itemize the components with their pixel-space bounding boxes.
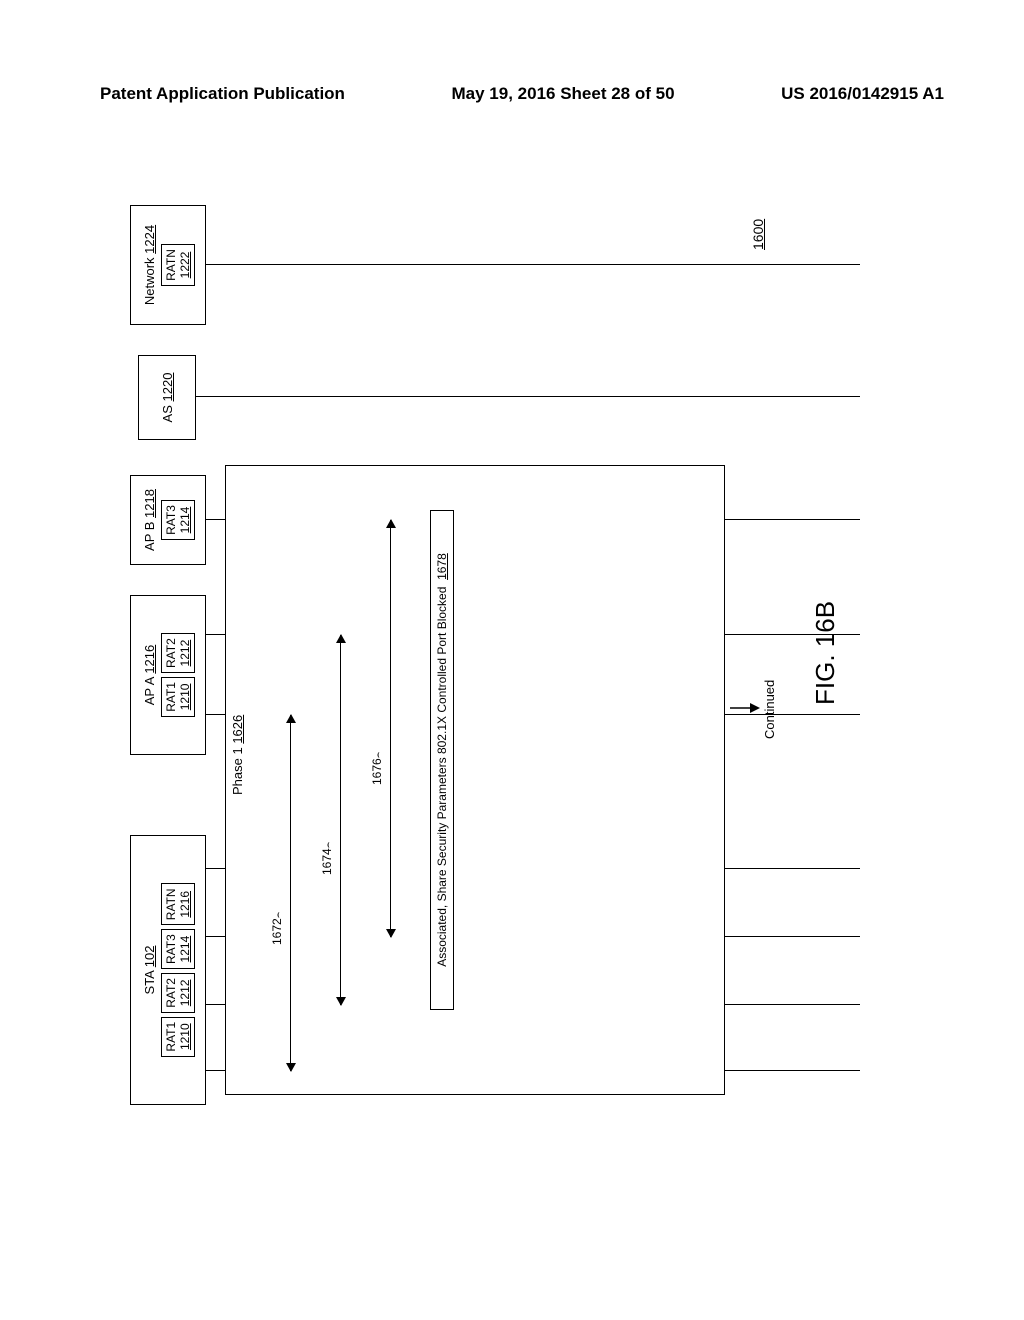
network-box: Network 1224 RATN 1222: [130, 205, 206, 325]
apa-rat1: RAT1 1210: [161, 677, 195, 717]
header-center: May 19, 2016 Sheet 28 of 50: [452, 84, 675, 104]
apb-ref: 1218: [142, 489, 157, 518]
associated-bar: Associated, Share Security Parameters 80…: [430, 510, 454, 1010]
phase-1-label: Phase 1 1626: [230, 715, 245, 795]
as-label: AS: [160, 405, 175, 422]
net-label: Network: [142, 257, 157, 305]
continued-arrow-icon: [730, 701, 760, 715]
apa-rat2-label: RAT2: [164, 638, 178, 668]
sta-rat3-ref: 1214: [178, 936, 192, 963]
phase-1-box: [225, 465, 725, 1095]
apa-rat2-ref: 1212: [178, 640, 192, 667]
arrow-1676-label: 1676⌢: [370, 752, 384, 785]
sta-rat2: RAT2 1212: [161, 973, 195, 1013]
apb-box: AP B 1218 RAT3 1214: [130, 475, 206, 565]
sta-rat1: RAT1 1210: [161, 1017, 195, 1057]
sta-rat2-ref: 1212: [178, 980, 192, 1007]
header-right: US 2016/0142915 A1: [781, 84, 944, 104]
arrow-1676: [390, 520, 391, 937]
figure-number: 1600: [750, 219, 766, 250]
apb-label: AP B: [142, 522, 157, 551]
arrow-1674-ref: 1674: [320, 848, 334, 875]
apa-rat1-label: RAT1: [164, 682, 178, 712]
as-box: AS 1220: [138, 355, 196, 440]
net-ratn-ref: 1222: [178, 252, 192, 279]
apb-rat3-ref: 1214: [178, 507, 192, 534]
arrow-1674-label: 1674⌢: [320, 842, 334, 875]
sta-ref: 102: [142, 946, 157, 968]
sta-rat3-label: RAT3: [164, 934, 178, 964]
continued-label: Continued: [762, 680, 777, 739]
sta-rat3: RAT3 1214: [161, 929, 195, 969]
apa-label: AP A: [142, 677, 157, 705]
net-ratn-label: RATN: [164, 249, 178, 281]
sta-ratn-ref: 1216: [178, 891, 192, 918]
diagram: STA 102 RAT1 1210 RAT2 1212 RAT3 1214 RA…: [130, 165, 880, 1105]
apa-box: AP A 1216 RAT1 1210 RAT2 1212: [130, 595, 206, 755]
arrow-1672-ref: 1672: [270, 918, 284, 945]
sta-rat1-ref: 1210: [178, 1023, 192, 1050]
page-header: Patent Application Publication May 19, 2…: [100, 84, 944, 104]
arrow-1676-ref: 1676: [370, 758, 384, 785]
apb-rat3-label: RAT3: [164, 505, 178, 535]
arrow-1674: [340, 635, 341, 1005]
figure-label: FIG. 16B: [810, 601, 841, 705]
sta-rat1-label: RAT1: [164, 1022, 178, 1052]
diagram-rotated-container: STA 102 RAT1 1210 RAT2 1212 RAT3 1214 RA…: [35, 260, 975, 1010]
apb-rat3: RAT3 1214: [161, 500, 195, 540]
phase-1-text: Phase 1: [230, 747, 245, 795]
sta-ratn-label: RATN: [164, 888, 178, 920]
net-ref: 1224: [142, 225, 157, 254]
apa-rat2: RAT2 1212: [161, 633, 195, 673]
header-left: Patent Application Publication: [100, 84, 345, 104]
phase-1-ref: 1626: [230, 715, 245, 744]
arrow-1672-label: 1672⌢: [270, 912, 284, 945]
sta-label: STA: [142, 971, 157, 995]
apa-ref: 1216: [142, 645, 157, 674]
lifeline-as: [196, 396, 860, 397]
associated-ref: 1678: [435, 553, 449, 580]
as-ref: 1220: [160, 373, 175, 402]
net-ratn: RATN 1222: [161, 244, 195, 286]
sta-ratn: RATN 1216: [161, 883, 195, 925]
arrow-1672: [290, 715, 291, 1071]
apa-rat1-ref: 1210: [178, 684, 192, 711]
sta-box: STA 102 RAT1 1210 RAT2 1212 RAT3 1214 RA…: [130, 835, 206, 1105]
associated-text: Associated, Share Security Parameters 80…: [435, 587, 449, 967]
lifeline-net-ratn: [206, 264, 860, 265]
sta-rat2-label: RAT2: [164, 978, 178, 1008]
